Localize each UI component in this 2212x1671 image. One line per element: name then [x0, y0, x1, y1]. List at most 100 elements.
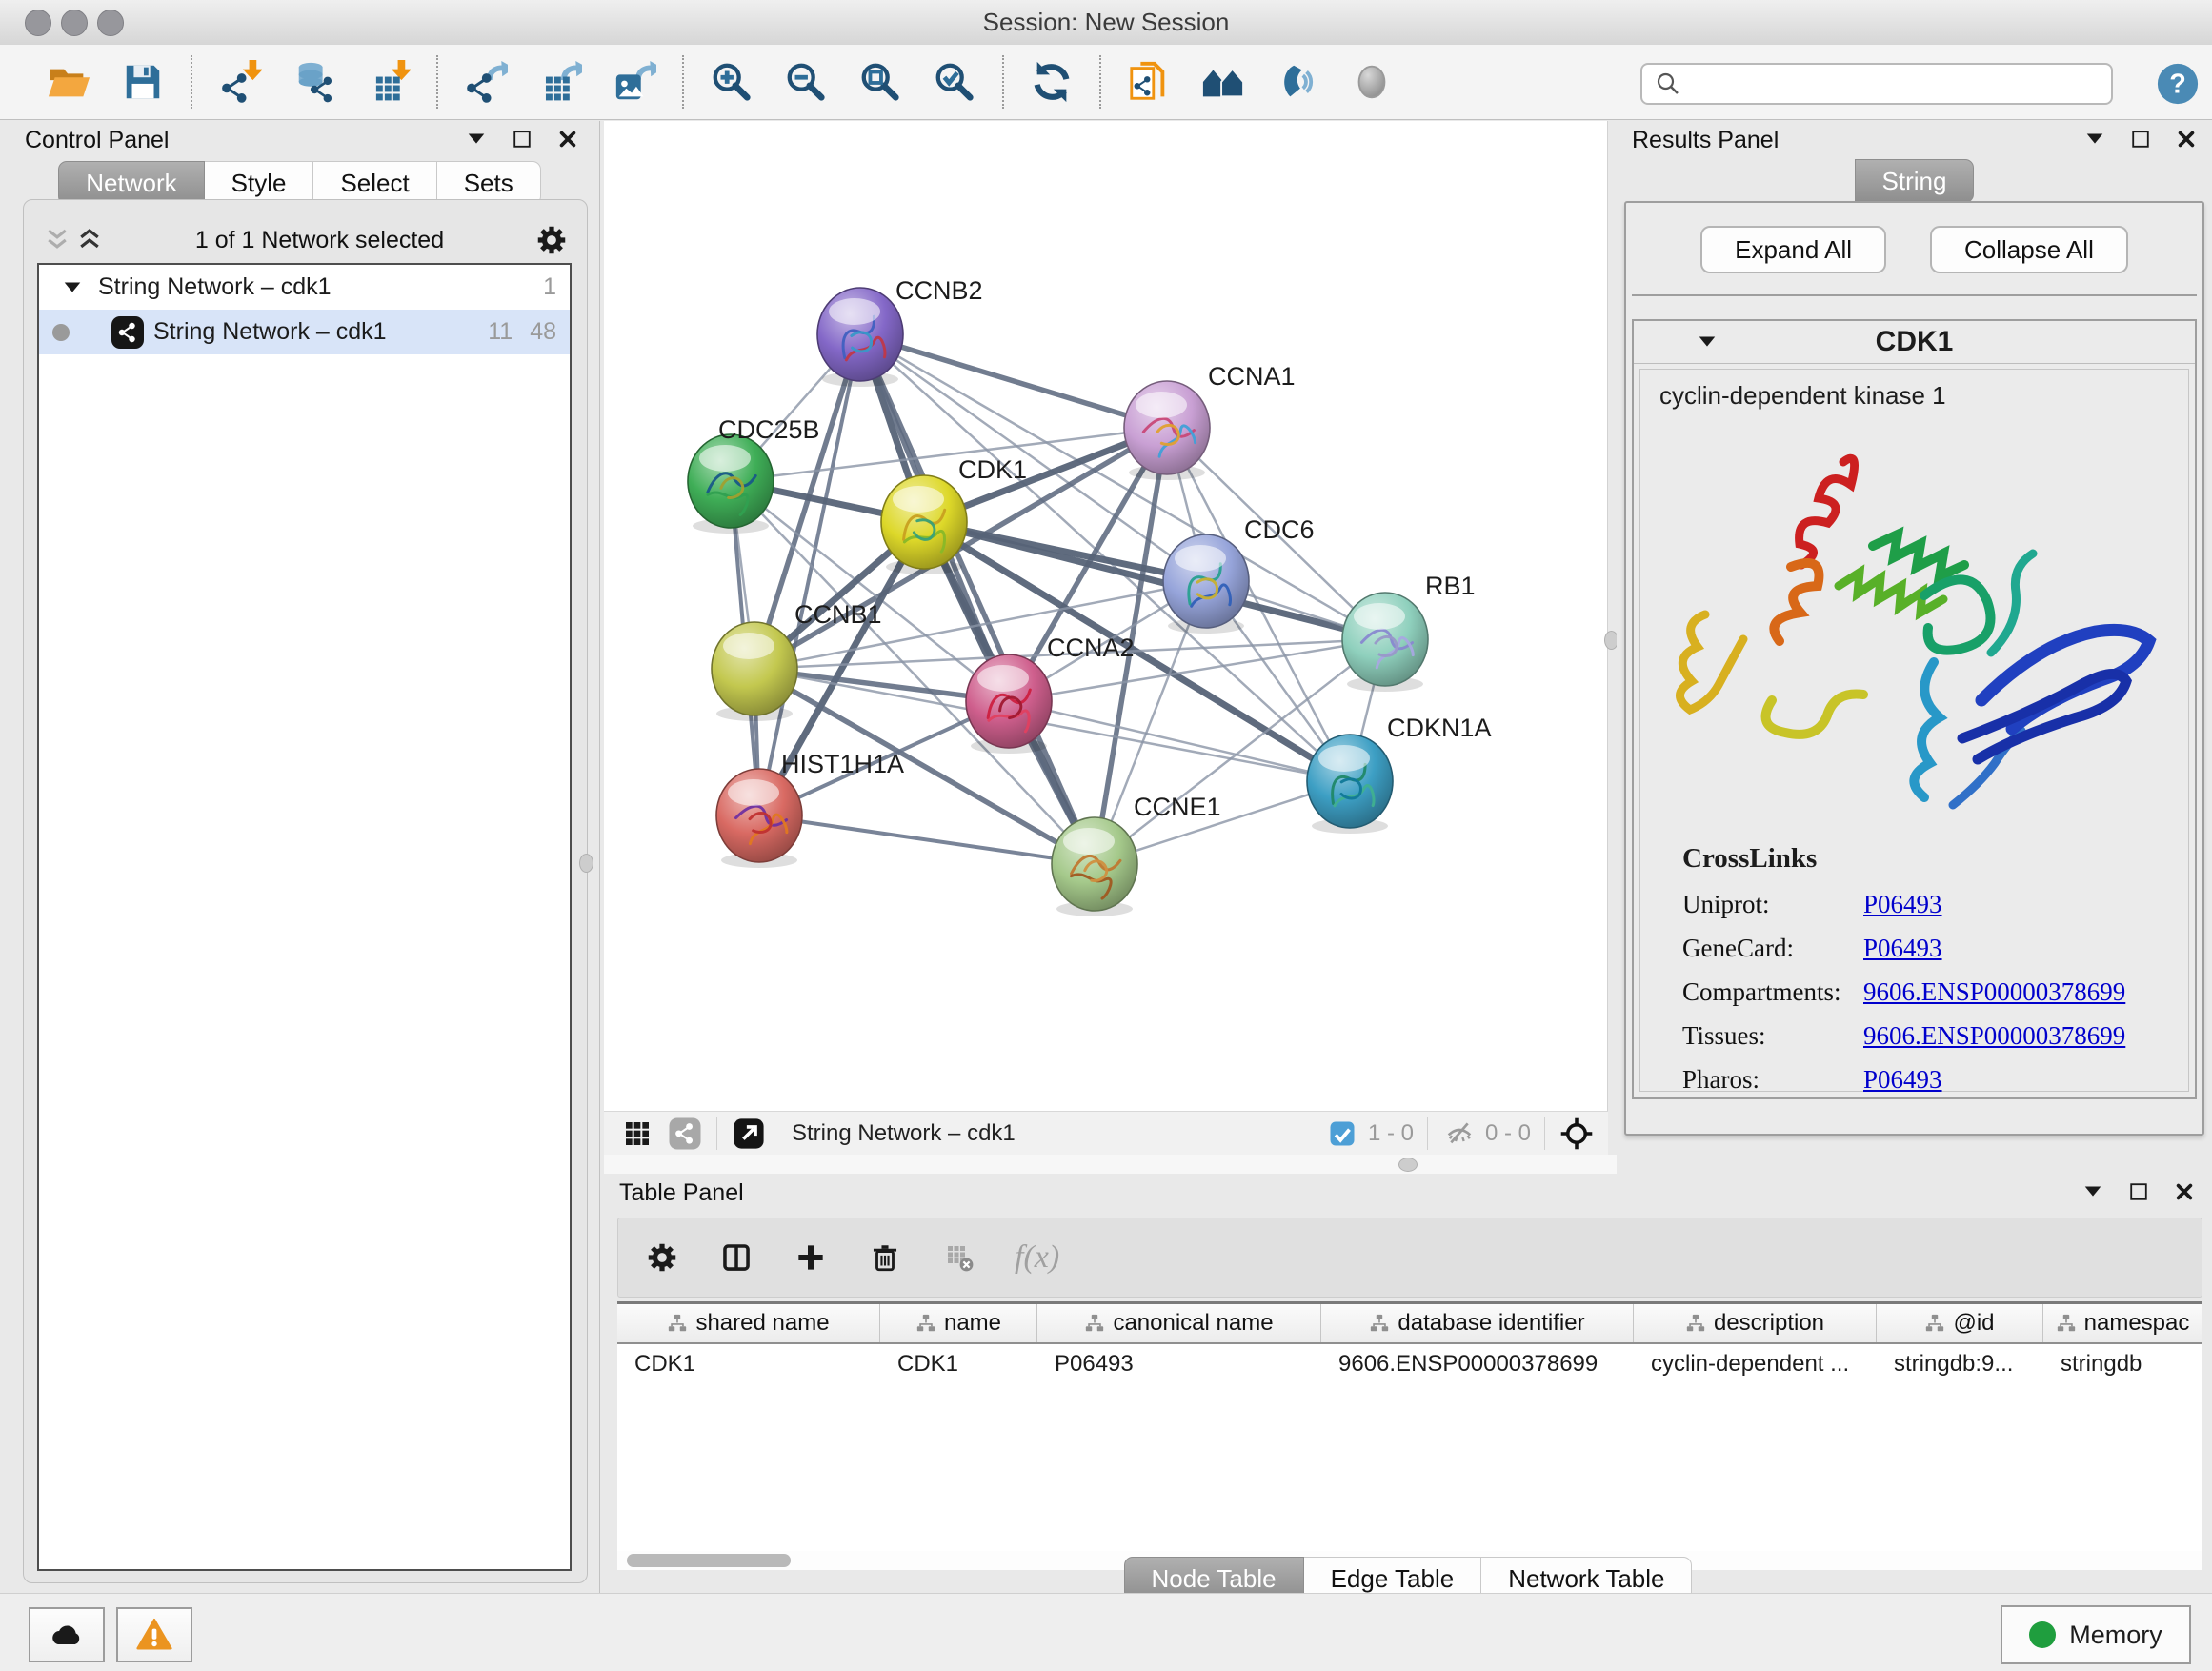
open-in-new-icon[interactable] — [731, 1116, 767, 1152]
float-panel-icon[interactable] — [466, 129, 491, 153]
gene-symbol: CDK1 — [1721, 326, 2107, 358]
hide-panels-icon[interactable] — [1275, 59, 1320, 105]
table-cell[interactable]: stringdb — [2043, 1351, 2202, 1378]
export-table-icon[interactable] — [537, 59, 583, 105]
edge-CCNB2-CCNA1[interactable] — [860, 334, 1167, 428]
node-label-CCNA2: CCNA2 — [1047, 634, 1135, 662]
crosslink-link[interactable]: P06493 — [1863, 890, 1942, 919]
import-network-icon[interactable] — [217, 59, 263, 105]
show-panel-icon[interactable] — [1349, 59, 1395, 105]
help-button[interactable]: ? — [2151, 57, 2204, 111]
crosshair-icon[interactable] — [1558, 1116, 1595, 1152]
import-table-icon[interactable] — [366, 59, 412, 105]
string-network-graph[interactable]: CCNB2CCNA1CDC25BCDK1CDC6RB1CCNB1CCNA2CDK… — [604, 121, 1608, 1111]
node-RB1[interactable]: RB1 — [1342, 572, 1476, 692]
network-collection-row[interactable]: String Network – cdk1 1 — [39, 265, 570, 310]
float-panel-icon[interactable] — [2082, 1181, 2107, 1206]
table-cell[interactable]: 9606.ENSP00000378699 — [1321, 1351, 1634, 1378]
crosslink-link[interactable]: 9606.ENSP00000378699 — [1863, 1021, 2125, 1051]
maximize-panel-icon[interactable] — [2130, 129, 2155, 153]
close-panel-icon[interactable] — [2176, 129, 2201, 153]
node-CCNB1[interactable]: CCNB1 — [712, 600, 882, 721]
node-CDC25B[interactable]: CDC25B — [688, 415, 820, 534]
column-header-description[interactable]: description — [1634, 1304, 1877, 1342]
gene-section-header[interactable]: CDK1 — [1634, 321, 2195, 364]
close-panel-icon[interactable] — [2174, 1181, 2199, 1206]
network-list: String Network – cdk1 1 String Network –… — [37, 263, 572, 1571]
selected-checkbox-icon[interactable] — [1324, 1116, 1360, 1152]
string-import-icon[interactable] — [1126, 59, 1172, 105]
open-session-icon[interactable] — [46, 59, 91, 105]
node-CDK1[interactable]: CDK1 — [881, 455, 1027, 574]
column-header-namespac[interactable]: namespac — [2043, 1304, 2202, 1342]
hidden-eye-icon[interactable] — [1441, 1116, 1478, 1152]
node-HIST1H1A[interactable]: HIST1H1A — [716, 750, 904, 868]
show-columns-icon[interactable] — [717, 1238, 755, 1277]
network-row[interactable]: String Network – cdk1 11 48 — [39, 310, 570, 354]
node-table[interactable]: shared namenamecanonical namedatabase id… — [617, 1301, 2202, 1554]
close-panel-icon[interactable] — [557, 129, 582, 153]
table-cell[interactable]: P06493 — [1037, 1351, 1321, 1378]
network-view-canvas[interactable]: CCNB2CCNA1CDC25BCDK1CDC6RB1CCNB1CCNA2CDK… — [604, 121, 1608, 1111]
node-CCNE1[interactable]: CCNE1 — [1052, 793, 1221, 916]
current-network-dot-icon — [52, 324, 70, 341]
table-cell[interactable]: stringdb:9... — [1877, 1351, 2043, 1378]
zoom-in-icon[interactable] — [709, 59, 754, 105]
crosslink-label: GeneCard: — [1682, 934, 1863, 963]
column-header-canonical-name[interactable]: canonical name — [1037, 1304, 1321, 1342]
edge-HIST1H1A-CCNE1[interactable] — [759, 815, 1095, 864]
tree-icon — [667, 1313, 688, 1334]
gene-expander-icon[interactable] — [1697, 332, 1721, 352]
column-header-shared-name[interactable]: shared name — [617, 1304, 880, 1342]
table-options-gear-icon[interactable] — [643, 1238, 681, 1277]
birdseye-grid-icon[interactable] — [619, 1116, 655, 1152]
column-header-database-identifier[interactable]: database identifier — [1321, 1304, 1634, 1342]
crosslink-link[interactable]: 9606.ENSP00000378699 — [1863, 977, 2125, 1007]
zoom-out-icon[interactable] — [783, 59, 829, 105]
export-image-icon[interactable] — [612, 59, 657, 105]
maximize-panel-icon[interactable] — [512, 129, 536, 153]
node-label-HIST1H1A: HIST1H1A — [781, 750, 904, 778]
maximize-panel-icon[interactable] — [2128, 1181, 2153, 1206]
zoom-fit-icon[interactable] — [857, 59, 903, 105]
search-input[interactable] — [1684, 70, 2111, 98]
float-panel-icon[interactable] — [2084, 129, 2109, 153]
warnings-button[interactable] — [116, 1607, 192, 1662]
network-options-gear-icon[interactable] — [533, 217, 570, 263]
edge-CCNB2-HIST1H1A[interactable] — [759, 334, 860, 815]
crosslink-link[interactable]: P06493 — [1863, 1065, 1942, 1095]
import-database-icon[interactable] — [292, 59, 337, 105]
table-cell[interactable]: CDK1 — [617, 1351, 880, 1378]
collapse-all-button[interactable]: Collapse All — [1930, 226, 2128, 273]
edge-CCNB2-CCNE1[interactable] — [860, 334, 1095, 864]
memory-button[interactable]: Memory — [2001, 1605, 2191, 1664]
save-session-icon[interactable] — [120, 59, 166, 105]
table-cell[interactable]: CDK1 — [880, 1351, 1037, 1378]
column-header-@id[interactable]: @id — [1877, 1304, 2043, 1342]
left-splitter-grip[interactable] — [579, 854, 593, 873]
edge-CCNA2-CDKN1A[interactable] — [1009, 701, 1350, 781]
node-label-CDC6: CDC6 — [1244, 515, 1315, 544]
node-CCNA1[interactable]: CCNA1 — [1124, 362, 1296, 480]
table-row[interactable]: CDK1CDK1P064939606.ENSP00000378699cyclin… — [617, 1344, 2202, 1384]
cloud-button[interactable] — [29, 1607, 105, 1662]
node-CDKN1A[interactable]: CDKN1A — [1307, 714, 1492, 834]
zoom-selected-icon[interactable] — [932, 59, 977, 105]
crosslink-link[interactable]: P06493 — [1863, 934, 1942, 963]
refresh-icon[interactable] — [1029, 59, 1075, 105]
export-network-icon[interactable] — [463, 59, 509, 105]
table-cell[interactable]: cyclin-dependent ... — [1634, 1351, 1877, 1378]
splitter-grip[interactable] — [1398, 1158, 1418, 1172]
gene-section: CDK1 cyclin-dependent kinase 1 — [1632, 319, 2197, 1099]
collapse-all-icon[interactable] — [41, 217, 73, 263]
collection-expander-icon[interactable] — [60, 275, 85, 300]
column-header-name[interactable]: name — [880, 1304, 1037, 1342]
search-box[interactable] — [1640, 63, 2113, 105]
home-icon[interactable] — [1200, 59, 1246, 105]
add-column-icon[interactable] — [792, 1238, 830, 1277]
network-share-icon[interactable] — [667, 1116, 703, 1152]
expand-all-icon[interactable] — [73, 217, 106, 263]
tab-string[interactable]: String — [1855, 159, 1975, 203]
expand-all-button[interactable]: Expand All — [1700, 226, 1886, 273]
delete-column-icon[interactable] — [866, 1238, 904, 1277]
